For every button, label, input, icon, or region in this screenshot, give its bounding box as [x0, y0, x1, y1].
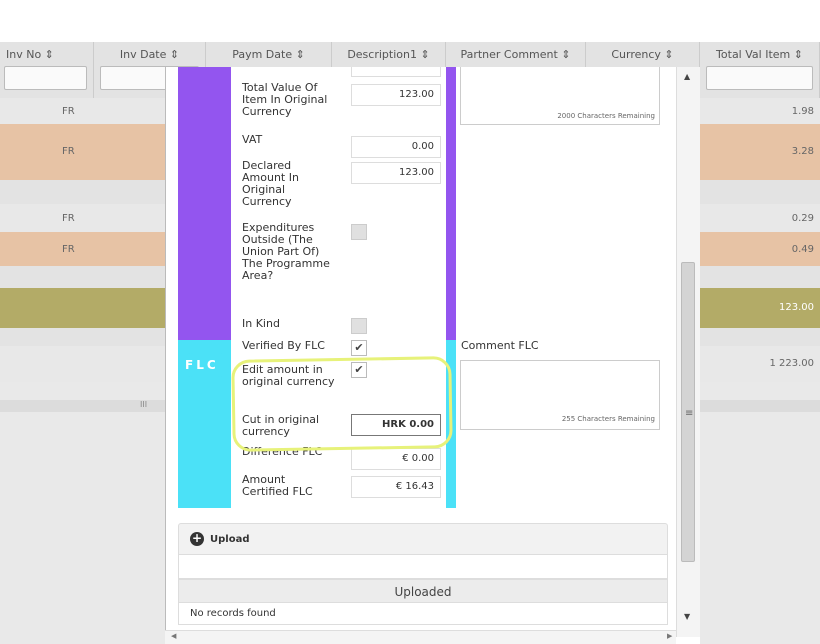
- column-header-total-val-item[interactable]: Total Val Item ⇕: [700, 42, 820, 98]
- expenditures-outside-label: Expenditures Outside (The Union Part Of)…: [242, 221, 330, 282]
- vat-label: VAT: [242, 133, 263, 146]
- upload-button[interactable]: Upload: [210, 534, 249, 545]
- verified-by-flc-checkbox[interactable]: ✔: [351, 340, 367, 356]
- total-value-field[interactable]: 123.00: [351, 84, 441, 106]
- expenditures-outside-checkbox[interactable]: [351, 224, 367, 240]
- total-cell: 0.29: [791, 213, 814, 224]
- upload-dropzone[interactable]: [178, 555, 668, 579]
- inv-no-cell: FR: [62, 213, 75, 224]
- column-label: Paym Date ⇕: [232, 48, 305, 61]
- inv-no-cell: FR: [62, 244, 75, 255]
- column-label: Currency ⇕: [611, 48, 674, 61]
- hidden-field-partial[interactable]: [351, 67, 441, 77]
- scroll-right-icon[interactable]: ▶: [667, 632, 672, 640]
- filter-input[interactable]: [4, 66, 87, 90]
- total-cell: 1 223.00: [769, 358, 814, 369]
- uploaded-table-header: Uploaded: [178, 579, 668, 603]
- column-label: Inv Date ⇕: [119, 48, 180, 61]
- uploaded-empty-text: No records found: [178, 603, 668, 625]
- dialog-horizontal-scrollbar[interactable]: ◀ ▶: [165, 630, 676, 644]
- inv-no-cell: FR: [62, 106, 75, 117]
- amount-certified-field: € 16.43: [351, 476, 441, 498]
- verified-by-flc-label: Verified By FLC: [242, 339, 325, 352]
- upload-panel-header: + Upload: [178, 523, 668, 555]
- scroll-left-icon[interactable]: ◀: [171, 632, 176, 640]
- partner-comment-textarea[interactable]: 2000 Characters Remaining: [460, 67, 660, 125]
- total-cell: 3.28: [791, 146, 814, 157]
- plus-circle-icon[interactable]: +: [190, 532, 204, 546]
- vat-field[interactable]: 0.00: [351, 136, 441, 158]
- column-label: Description1 ⇕: [347, 48, 430, 61]
- column-header-inv-no[interactable]: Inv No ⇕: [0, 42, 94, 98]
- comment-flc-label: Comment FLC: [461, 339, 539, 352]
- flc-badge: FLC: [181, 353, 230, 377]
- declared-amount-field[interactable]: 123.00: [351, 162, 441, 184]
- in-kind-label: In Kind: [242, 317, 280, 330]
- total-value-label: Total Value Of Item In Original Currency: [242, 81, 328, 118]
- highlight-annotation: [231, 356, 453, 452]
- total-cell: 123.00: [779, 302, 814, 313]
- difference-flc-field: € 0.00: [351, 448, 441, 470]
- partner-chars-remaining: 2000 Characters Remaining: [557, 112, 655, 120]
- comment-chars-remaining: 255 Characters Remaining: [561, 415, 655, 423]
- column-label: Total Val Item ⇕: [716, 48, 803, 61]
- in-kind-checkbox[interactable]: [351, 318, 367, 334]
- scroll-grip-icon: ≡: [685, 408, 694, 419]
- declared-amount-label: Declared Amount In Original Currency: [242, 159, 299, 208]
- inv-no-cell: FR: [62, 146, 75, 157]
- column-label: Inv No ⇕: [6, 48, 54, 61]
- scroll-grip-icon: III: [140, 400, 148, 409]
- partner-section-bar: [178, 67, 231, 340]
- total-cell: 1.98: [791, 106, 814, 117]
- partner-section-divider: [446, 67, 456, 340]
- comment-flc-textarea[interactable]: 255 Characters Remaining: [460, 360, 660, 430]
- scroll-down-icon[interactable]: ▼: [684, 612, 690, 621]
- amount-certified-label: Amount Certified FLC: [242, 473, 313, 498]
- filter-input[interactable]: [706, 66, 813, 90]
- column-label: Partner Comment ⇕: [460, 48, 571, 61]
- top-bar: [0, 0, 820, 42]
- scroll-up-icon[interactable]: ▲: [684, 72, 690, 81]
- total-cell: 0.49: [791, 244, 814, 255]
